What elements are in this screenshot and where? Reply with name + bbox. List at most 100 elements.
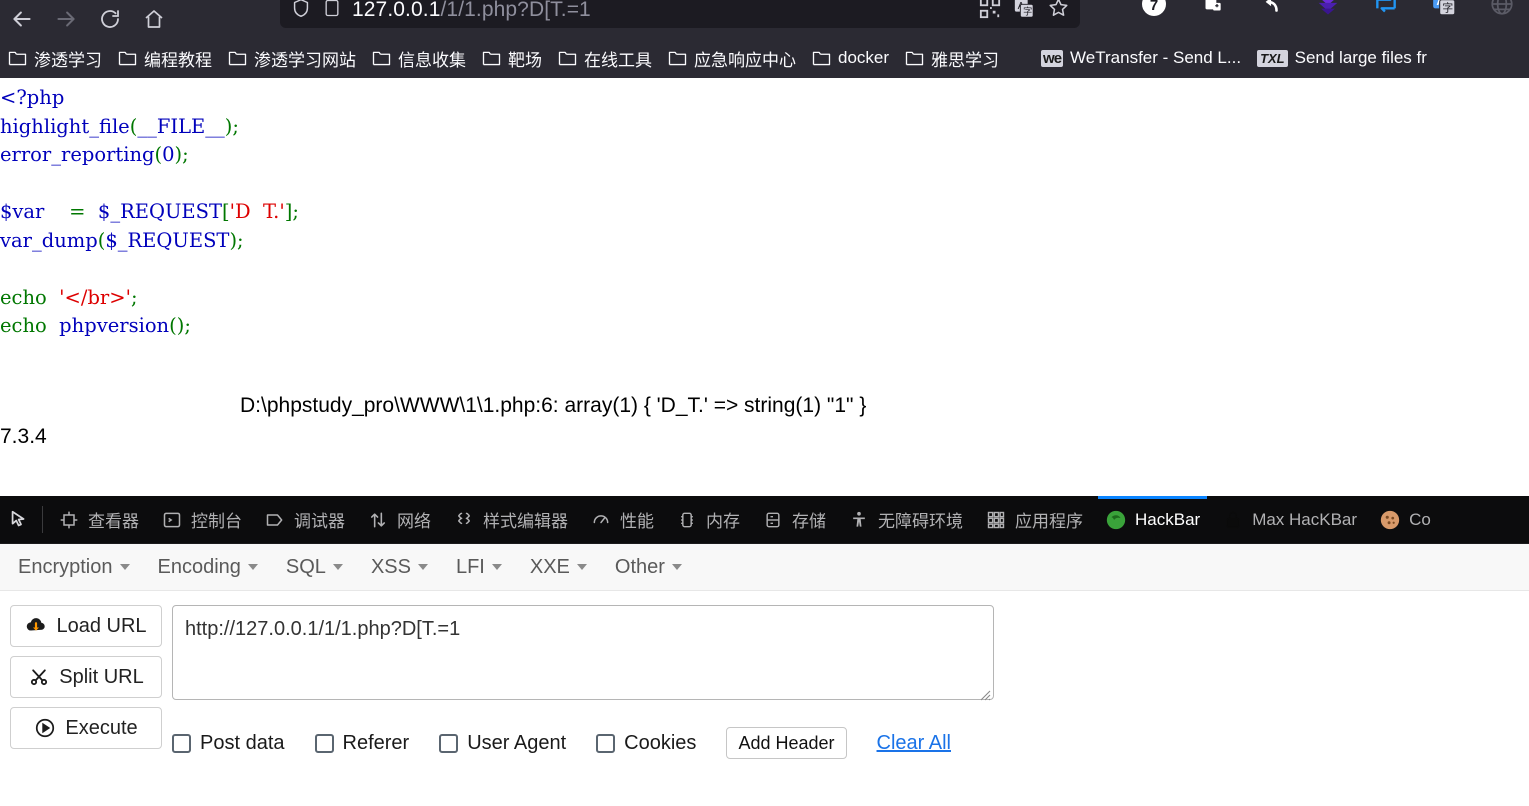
back-button[interactable] — [0, 2, 44, 36]
execute-button[interactable]: Execute — [10, 707, 162, 749]
code-token: = — [44, 200, 98, 223]
undo-arrow-icon[interactable] — [1256, 0, 1284, 18]
checkbox-referer[interactable]: Referer — [314, 732, 409, 755]
hackbar-input-column: Post data Referer User Agent Cookies A — [172, 605, 1529, 806]
bookmark-item[interactable]: 编程教程 — [118, 46, 212, 71]
star-icon[interactable] — [1047, 0, 1070, 24]
chevron-down-icon — [671, 564, 682, 570]
devtools-tab-accessibility[interactable]: 无障碍环境 — [837, 496, 974, 543]
devtools-tab-cookie[interactable]: Co — [1368, 496, 1442, 543]
navigation-toolbar: 127.0.0.1/1/1.php?D[T.=1 A字 7 — [0, 0, 1529, 38]
download-chevrons-icon[interactable] — [1314, 0, 1342, 18]
checkbox-cookies[interactable]: Cookies — [596, 732, 696, 755]
code-token: $_REQUEST — [105, 228, 230, 252]
php-version-output: 7.3.4 — [0, 425, 47, 448]
devtools-tab-label: HackBar — [1135, 509, 1201, 529]
devtools-tab-style-editor[interactable]: 样式编辑器 — [442, 496, 579, 543]
bookmark-item[interactable]: 雅思学习 — [905, 46, 999, 71]
code-token: () — [169, 314, 185, 337]
devtools-tab-debugger[interactable]: 调试器 — [253, 496, 356, 543]
hackbar-menu-xxe[interactable]: XXE — [530, 556, 587, 579]
code-token: echo — [0, 285, 47, 309]
bookmark-item[interactable]: TXL Send large files fr — [1257, 48, 1427, 68]
hackbar-menubar: Encryption Encoding SQL XSS LFI XXE Othe… — [0, 544, 1529, 591]
devtools-tab-console[interactable]: 控制台 — [150, 496, 253, 543]
devtools-tab-label: 应用程序 — [1015, 512, 1083, 531]
checkbox-box[interactable] — [172, 733, 191, 753]
url-textarea[interactable] — [172, 605, 994, 700]
hackbar-menu-xss[interactable]: XSS — [371, 556, 428, 579]
bookmark-label: 雅思学习 — [931, 50, 1000, 70]
code-token: ; — [237, 228, 244, 252]
forward-button[interactable] — [44, 2, 88, 36]
bookmark-label: 信息收集 — [398, 50, 466, 70]
translate-icon[interactable]: A字 — [1013, 0, 1035, 24]
hackbar-menu-other[interactable]: Other — [615, 556, 682, 579]
devtools-tab-label: 网络 — [397, 512, 431, 531]
cut-tool-icon[interactable] — [1198, 0, 1226, 18]
bookmark-label: 在线工具 — [584, 50, 652, 70]
bookmark-item[interactable]: 应急响应中心 — [668, 46, 796, 71]
url-bar[interactable]: 127.0.0.1/1/1.php?D[T.=1 A字 — [280, 0, 1080, 28]
bookmark-item[interactable]: docker — [812, 48, 889, 68]
devtools-tab-hackbar[interactable]: HackBar — [1094, 496, 1211, 543]
bookmark-label: Send large files fr — [1294, 48, 1427, 67]
checkbox-post-data[interactable]: Post data — [172, 732, 285, 755]
element-picker-icon[interactable] — [0, 496, 38, 543]
home-button[interactable] — [132, 2, 176, 36]
globe-icon[interactable] — [1488, 0, 1516, 18]
cloud-download-icon — [25, 616, 47, 636]
bookmark-label: WeTransfer - Send L... — [1070, 48, 1242, 67]
hackbar-menu-sql[interactable]: SQL — [286, 556, 343, 579]
add-header-button[interactable]: Add Header — [726, 727, 847, 759]
split-url-button[interactable]: Split URL — [10, 656, 162, 698]
clear-all-link[interactable]: Clear All — [877, 732, 951, 755]
devtools-tab-max-hackbar[interactable]: Max HacKBar — [1211, 496, 1368, 543]
code-token: ; — [232, 114, 239, 138]
devtools-tab-label: Co — [1409, 509, 1431, 529]
reload-button[interactable] — [88, 2, 132, 36]
badge-seven-icon[interactable]: 7 — [1140, 0, 1168, 18]
hackbar-url-wrapper — [172, 605, 994, 705]
code-token: <?php — [0, 86, 65, 109]
url-text[interactable]: 127.0.0.1/1/1.php?D[T.=1 — [352, 0, 969, 22]
bookmark-item[interactable]: 靶场 — [482, 46, 542, 71]
hackbar-button-label: Load URL — [56, 614, 147, 637]
bookmark-item[interactable]: 渗透学习网站 — [228, 46, 356, 71]
bookmark-label: 渗透学习 — [34, 50, 102, 70]
checkbox-box[interactable] — [314, 733, 334, 753]
devtools-tab-application[interactable]: 应用程序 — [974, 496, 1094, 543]
code-token: [ — [222, 200, 230, 223]
load-url-button[interactable]: Load URL — [10, 605, 162, 647]
hackbar-body: Load URL Split URL Execute http://127.0.… — [0, 591, 1529, 806]
checkbox-user-agent[interactable]: User Agent — [439, 732, 566, 755]
devtools-tab-memory[interactable]: 内存 — [665, 496, 751, 543]
folder-icon — [668, 50, 687, 66]
devtools-tab-network[interactable]: 网络 — [356, 496, 442, 543]
swap-arrows-icon[interactable] — [1372, 0, 1400, 18]
devtools-tab-label: 样式编辑器 — [483, 512, 568, 531]
bookmark-item[interactable]: 渗透学习 — [8, 46, 102, 71]
bookmark-item[interactable]: 信息收集 — [372, 46, 466, 71]
translate-ext-icon[interactable]: A字 — [1430, 0, 1458, 18]
hackbar-menu-label: XXE — [529, 555, 570, 578]
devtools-tab-performance[interactable]: 性能 — [579, 496, 665, 543]
qr-code-icon[interactable] — [979, 0, 1001, 24]
hackbar-menu-label: Other — [614, 555, 665, 578]
devtools-tab-storage[interactable]: 存储 — [751, 496, 837, 543]
hackbar-button-label: Execute — [65, 716, 138, 739]
hackbar-menu-encoding[interactable]: Encoding — [158, 556, 258, 579]
code-token: $_REQUEST — [97, 200, 222, 223]
hackbar-menu-encryption[interactable]: Encryption — [18, 556, 130, 579]
console-icon — [161, 509, 183, 531]
bookmark-item[interactable]: we WeTransfer - Send L... — [1041, 48, 1241, 68]
checkbox-box[interactable] — [439, 733, 459, 753]
devtools-tab-inspector[interactable]: 查看器 — [47, 496, 150, 543]
svg-text:字: 字 — [1023, 5, 1032, 16]
checkbox-box[interactable] — [596, 733, 616, 753]
url-path: /1/1.php?D[T.=1 — [440, 0, 591, 21]
bookmark-item[interactable]: 在线工具 — [558, 46, 652, 71]
bookmarks-bar: 渗透学习 编程教程 渗透学习网站 信息收集 靶场 在线工具 应急响应中心 doc… — [0, 38, 1529, 78]
hackbar-menu-lfi[interactable]: LFI — [456, 556, 502, 579]
